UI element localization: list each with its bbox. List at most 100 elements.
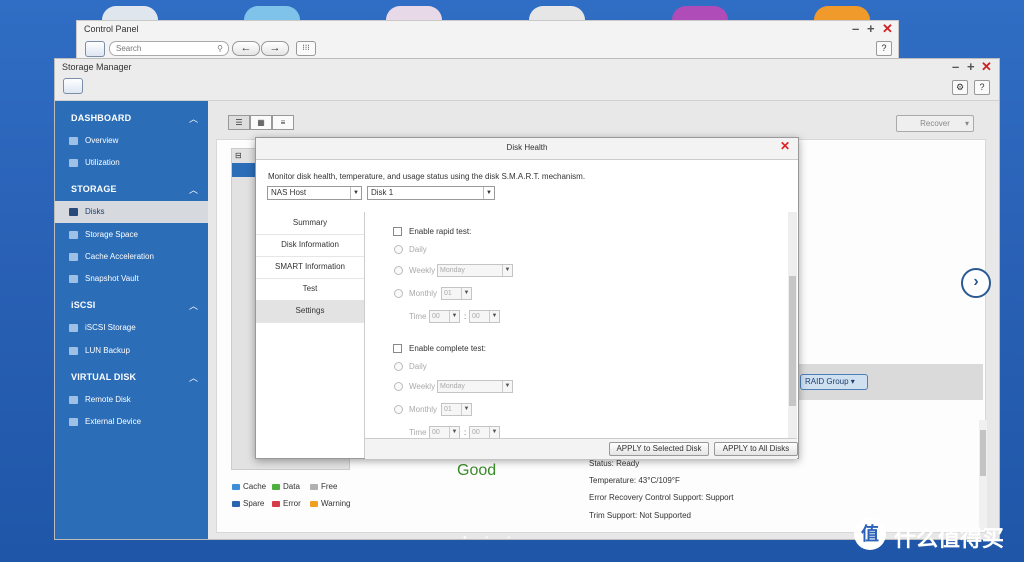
info-temperature: Temperature: 43°C/109°F: [589, 476, 680, 485]
legend-data: Data: [272, 482, 300, 491]
disk-select[interactable]: Disk 1 ▼: [367, 186, 495, 200]
info-trim-support: Trim Support: Not Supported: [589, 511, 691, 520]
chevron-down-icon: ▼: [489, 427, 499, 438]
brand-text: 什么值得买: [894, 526, 1005, 551]
rapid-minute-select[interactable]: 00 ▼: [469, 310, 500, 323]
complete-weekday-select[interactable]: Monday ▼: [437, 380, 513, 393]
rapid-weekday-select[interactable]: Monday ▼: [437, 264, 513, 277]
scrollbar-thumb[interactable]: [980, 430, 986, 476]
tab-disk-information[interactable]: Disk Information: [256, 234, 364, 257]
list-view-icon[interactable]: ☰: [228, 115, 250, 130]
complete-test-checkbox[interactable]: [393, 344, 402, 353]
chevron-down-icon: ▼: [489, 311, 499, 322]
app-menu-icon[interactable]: [63, 78, 83, 94]
chevron-down-icon: ▼: [449, 427, 459, 438]
dialog-tabs: Summary Disk Information SMART Informati…: [256, 212, 365, 458]
sidebar-item-external-device[interactable]: External Device: [55, 411, 208, 433]
minimize-icon[interactable]: –: [952, 59, 959, 74]
page-dot[interactable]: ●: [507, 535, 511, 541]
home-icon[interactable]: [85, 41, 105, 57]
rapid-monthday-select[interactable]: 01 ▼: [441, 287, 472, 300]
dialog-title: Disk Health: [256, 138, 798, 160]
scrollbar[interactable]: [979, 420, 987, 530]
dialog-scrollbar[interactable]: [788, 212, 797, 438]
legend-warning: Warning: [310, 499, 351, 508]
grid-icon[interactable]: ⁝⁝⁝: [296, 41, 316, 56]
info-status: Status: Ready: [589, 459, 640, 468]
search-input[interactable]: Search ⚲: [109, 41, 229, 56]
dialog-scrollbar-thumb[interactable]: [789, 276, 796, 406]
chevron-down-icon: ▼: [483, 187, 494, 199]
control-panel-title: Control Panel: [84, 24, 139, 34]
rapid-monthly-label: Monthly: [409, 289, 438, 298]
complete-hour-select[interactable]: 00 ▼: [429, 426, 460, 438]
rapid-weekly-radio[interactable]: [394, 266, 403, 275]
sidebar-section-dashboard[interactable]: DASHBOARD: [71, 113, 131, 123]
apply-all-button[interactable]: APPLY to All Disks: [714, 442, 798, 456]
disk-health-dialog: Disk Health ✕ Monitor disk health, tempe…: [255, 137, 799, 459]
collapse-icon[interactable]: ︿: [189, 112, 198, 125]
complete-monthday-select[interactable]: 01 ▼: [441, 403, 472, 416]
raid-group-button[interactable]: RAID Group ▾: [800, 374, 868, 390]
sidebar-section-iscsi[interactable]: iSCSI: [71, 300, 96, 310]
sidebar-item-cache-acceleration[interactable]: Cache Acceleration: [55, 246, 208, 268]
tab-test[interactable]: Test: [256, 278, 364, 301]
sidebar-section-storage[interactable]: STORAGE: [71, 184, 117, 194]
detail-view-icon[interactable]: ≡: [272, 115, 294, 130]
complete-daily-radio[interactable]: [394, 362, 403, 371]
collapse-icon[interactable]: ︿: [189, 299, 198, 312]
cache-icon: [69, 253, 78, 261]
maximize-icon[interactable]: +: [967, 59, 975, 74]
help-button[interactable]: ?: [876, 41, 892, 56]
tab-smart-information[interactable]: SMART Information: [256, 256, 364, 279]
sidebar-item-storage-space[interactable]: Storage Space: [55, 224, 208, 246]
chevron-down-icon: ▼: [350, 187, 361, 199]
close-icon[interactable]: ✕: [882, 21, 893, 37]
free-swatch: [310, 483, 318, 490]
page-dot[interactable]: ●: [485, 535, 489, 541]
spare-swatch: [232, 500, 240, 507]
legend-spare: Spare: [232, 499, 264, 508]
gear-icon[interactable]: ⚙: [952, 80, 968, 95]
apply-selected-button[interactable]: APPLY to Selected Disk: [609, 442, 709, 456]
close-icon[interactable]: ✕: [780, 139, 790, 153]
sidebar-item-utilization[interactable]: Utilization: [55, 152, 208, 174]
rapid-hour-select[interactable]: 00 ▼: [429, 310, 460, 323]
sidebar-item-overview[interactable]: Overview: [55, 130, 208, 152]
collapse-icon[interactable]: ︿: [189, 371, 198, 384]
next-arrow-icon[interactable]: ›: [961, 268, 991, 298]
tab-summary[interactable]: Summary: [256, 212, 364, 235]
grid-view-icon[interactable]: ▦: [250, 115, 272, 130]
snapshot-icon: [69, 275, 78, 283]
sidebar-section-virtual-disk[interactable]: VIRTUAL DISK: [71, 372, 136, 382]
sidebar-item-snapshot-vault[interactable]: Snapshot Vault: [55, 268, 208, 290]
sidebar-item-remote-disk[interactable]: Remote Disk: [55, 389, 208, 411]
complete-minute-select[interactable]: 00 ▼: [469, 426, 500, 438]
sidebar-item-iscsi-storage[interactable]: iSCSI Storage: [55, 317, 208, 339]
cache-swatch: [232, 483, 240, 490]
collapse-tree-icon[interactable]: ⊟: [235, 151, 242, 160]
back-arrow-icon[interactable]: ←: [232, 41, 260, 56]
maximize-icon[interactable]: +: [867, 21, 875, 36]
rapid-monthly-radio[interactable]: [394, 289, 403, 298]
tab-settings[interactable]: Settings: [256, 300, 364, 323]
forward-arrow-icon[interactable]: →: [261, 41, 289, 56]
help-button[interactable]: ?: [974, 80, 990, 95]
host-select[interactable]: NAS Host ▼: [267, 186, 362, 200]
time-separator: :: [464, 428, 467, 437]
dialog-footer: APPLY to Selected Disk APPLY to All Disk…: [365, 438, 798, 459]
minimize-icon[interactable]: –: [852, 21, 859, 36]
error-swatch: [272, 500, 280, 507]
external-device-icon: [69, 418, 78, 426]
sidebar-item-disks[interactable]: Disks: [55, 201, 208, 223]
chevron-down-icon: ▾: [964, 119, 969, 128]
sidebar-item-lun-backup[interactable]: LUN Backup: [55, 340, 208, 362]
collapse-icon[interactable]: ︿: [189, 183, 198, 196]
rapid-test-checkbox[interactable]: [393, 227, 402, 236]
close-icon[interactable]: ✕: [981, 59, 992, 75]
rapid-daily-radio[interactable]: [394, 245, 403, 254]
complete-weekly-radio[interactable]: [394, 382, 403, 391]
complete-monthly-radio[interactable]: [394, 405, 403, 414]
recover-button[interactable]: Recover ▾: [896, 115, 974, 132]
page-dot-active[interactable]: ●: [463, 535, 467, 541]
